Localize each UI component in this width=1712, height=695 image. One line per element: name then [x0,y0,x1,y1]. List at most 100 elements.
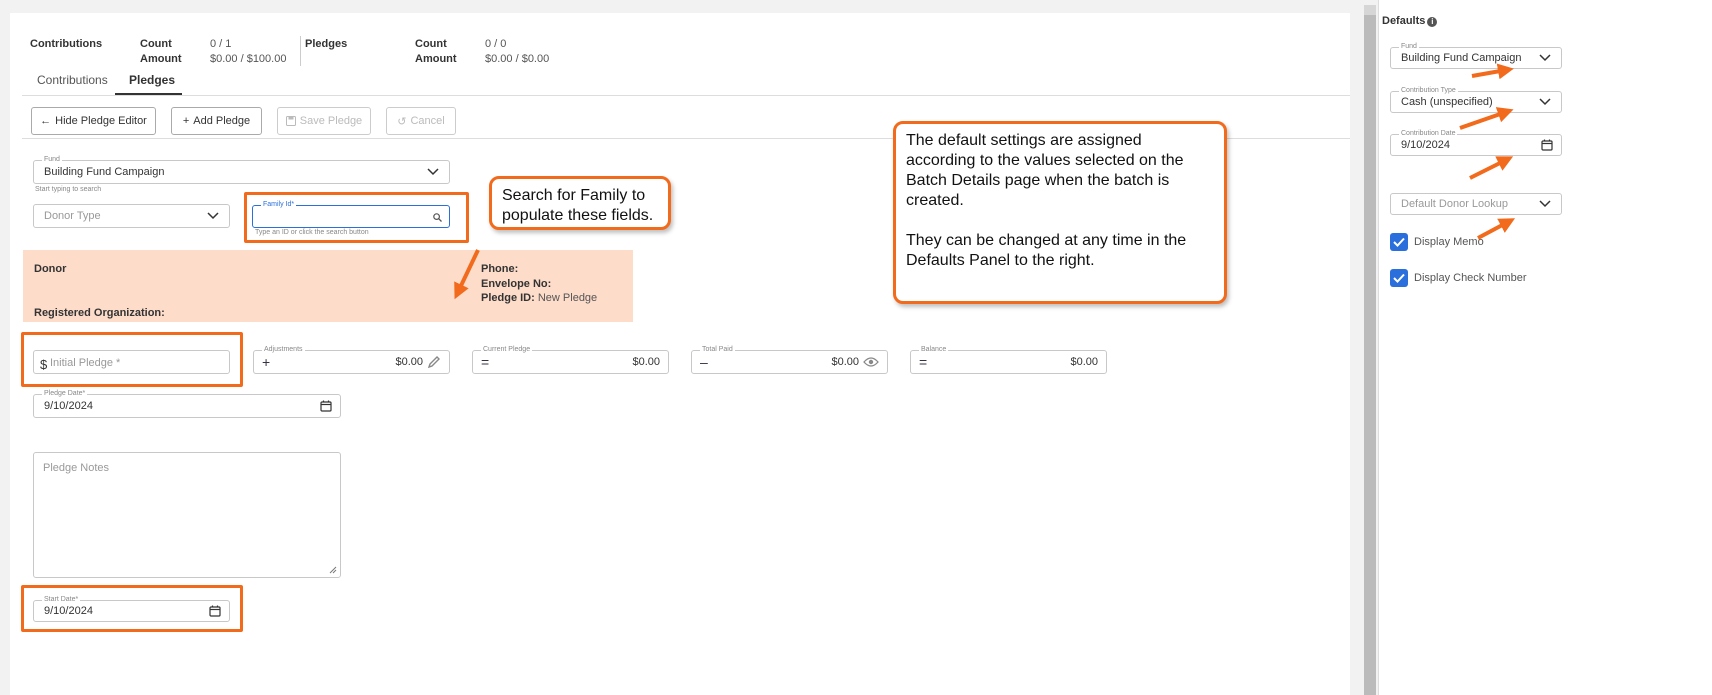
pledges-summary-title: Pledges [305,38,348,50]
hide-pledge-editor-label: Hide Pledge Editor [55,115,147,127]
fund-label: Fund [42,155,62,164]
tabs-divider [22,95,1350,96]
current-pledge-value: $0.00 [632,356,660,368]
equals-operator: = [919,354,928,370]
adjustments-value-group: $0.00 [395,355,441,369]
display-check-number-checkbox[interactable] [1390,269,1408,287]
pledge-id-row: Pledge ID: New Pledge [481,292,597,304]
adjustments-value: $0.00 [395,356,423,368]
pledges-count-value: 0 / 0 [485,38,507,50]
add-pledge-button[interactable]: + Add Pledge [171,107,262,135]
plus-operator: + [262,354,271,370]
envelope-label: Envelope No: [481,278,552,290]
pledges-amount-value: $0.00 / $0.00 [485,53,550,65]
chevron-down-icon [207,212,219,220]
total-paid-field: Total Paid – $0.00 [691,345,888,374]
chevron-down-icon [427,168,439,176]
arrow-left-icon: ← [40,115,52,127]
defaults-title: Defaults [1382,15,1426,27]
contributions-amount-label: Amount [140,53,182,65]
defaults-title-row: Defaults i [1382,15,1438,27]
resize-handle-icon[interactable] [329,566,337,574]
pledge-id-label: Pledge ID: [481,292,535,304]
fund-select[interactable]: Fund Building Fund Campaign [33,155,450,184]
family-id-highlight [244,192,469,243]
tab-contributions[interactable]: Contributions [37,73,108,87]
pledge-date-value: 9/10/2024 [44,400,93,412]
scrollbar-track-top [1364,5,1376,15]
vertical-scrollbar[interactable] [1364,5,1376,695]
initial-pledge-highlight [21,332,243,387]
defaults-panel: Defaults i Fund Building Fund Campaign Co… [1378,0,1712,695]
eye-icon[interactable] [863,356,879,368]
tab-pledges[interactable]: Pledges [129,73,175,87]
calendar-icon[interactable] [1541,139,1553,151]
donor-label: Donor [34,263,67,275]
balance-field: Balance = $0.00 [910,345,1107,374]
fund-hint: Start typing to search [35,186,102,193]
checkmark-icon [1393,273,1405,283]
checkmark-icon [1393,237,1405,247]
save-pledge-label: Save Pledge [299,115,363,127]
search-family-callout: Search for Family to populate these fiel… [489,176,671,230]
default-fund-value: Building Fund Campaign [1401,52,1522,64]
add-pledge-label: Add Pledge [193,115,251,127]
pledges-amount-label: Amount [415,53,457,65]
display-memo-label: Display Memo [1414,236,1484,248]
display-check-number-label: Display Check Number [1414,272,1527,284]
pencil-icon[interactable] [427,355,441,369]
total-paid-value-group: $0.00 [831,356,879,368]
default-contribution-date-label: Contribution Date [1399,129,1458,138]
start-date-highlight [21,585,243,632]
pledge-date-input[interactable]: Pledge Date* 9/10/2024 [33,389,341,418]
default-contribution-date-value: 9/10/2024 [1401,139,1450,151]
default-fund-select[interactable]: Fund Building Fund Campaign [1390,42,1562,69]
pledge-notes-textarea[interactable]: Pledge Notes [33,452,341,578]
donor-type-select[interactable]: Donor Type [33,204,230,228]
main-content: Contributions Count 0 / 1 Amount $0.00 /… [10,13,1350,695]
current-pledge-label: Current Pledge [481,345,533,354]
contributions-summary-title: Contributions [30,38,103,50]
hide-pledge-editor-button[interactable]: ← Hide Pledge Editor [31,107,156,135]
contributions-amount-value: $0.00 / $100.00 [210,53,287,65]
registered-org-label: Registered Organization: [34,307,165,319]
default-contribution-type-select[interactable]: Contribution Type Cash (unspecified) [1390,86,1562,113]
defaults-info-callout: The default settings are assigned accord… [893,121,1227,304]
info-icon[interactable]: i [1427,17,1438,27]
default-donor-lookup-placeholder: Default Donor Lookup [1401,198,1509,210]
defaults-callout-paragraph-1: The default settings are assigned accord… [906,132,1184,209]
pledge-notes-placeholder: Pledge Notes [43,462,110,474]
default-contribution-type-value: Cash (unspecified) [1401,96,1493,108]
chevron-down-icon [1539,98,1551,106]
chevron-down-icon [1539,54,1551,62]
default-contribution-date-input[interactable]: Contribution Date 9/10/2024 [1390,129,1562,156]
donor-info-panel: Donor Registered Organization: Phone: En… [23,250,633,322]
current-pledge-field: Current Pledge = $0.00 [472,345,669,374]
phone-label: Phone: [481,263,519,275]
donor-type-placeholder: Donor Type [44,210,101,222]
cancel-label: Cancel [410,115,445,127]
fund-value: Building Fund Campaign [44,166,165,178]
balance-value: $0.00 [1070,356,1098,368]
minus-operator: – [700,354,708,370]
default-fund-label: Fund [1399,42,1419,51]
adjustments-label: Adjustments [262,345,305,354]
total-paid-label: Total Paid [700,345,735,354]
pledges-count-label: Count [415,38,447,50]
default-donor-lookup-select[interactable]: Default Donor Lookup [1390,193,1562,215]
save-pledge-button[interactable]: Save Pledge [277,107,371,135]
display-memo-checkbox[interactable] [1390,233,1408,251]
calendar-icon[interactable] [320,400,332,412]
cancel-button[interactable]: ↺ Cancel [386,107,456,135]
search-family-callout-text: Search for Family to populate these fiel… [502,187,654,224]
undo-icon: ↺ [397,115,407,128]
chevron-down-icon [1539,200,1551,208]
plus-icon: + [182,115,190,127]
contributions-count-label: Count [140,38,172,50]
default-contribution-type-label: Contribution Type [1399,86,1458,95]
balance-label: Balance [919,345,949,354]
defaults-callout-paragraph-2: They can be changed at any time in the D… [906,232,1187,269]
total-paid-value: $0.00 [831,356,859,368]
pledge-date-label: Pledge Date* [42,389,88,398]
adjustments-field[interactable]: Adjustments + $0.00 [253,345,450,374]
